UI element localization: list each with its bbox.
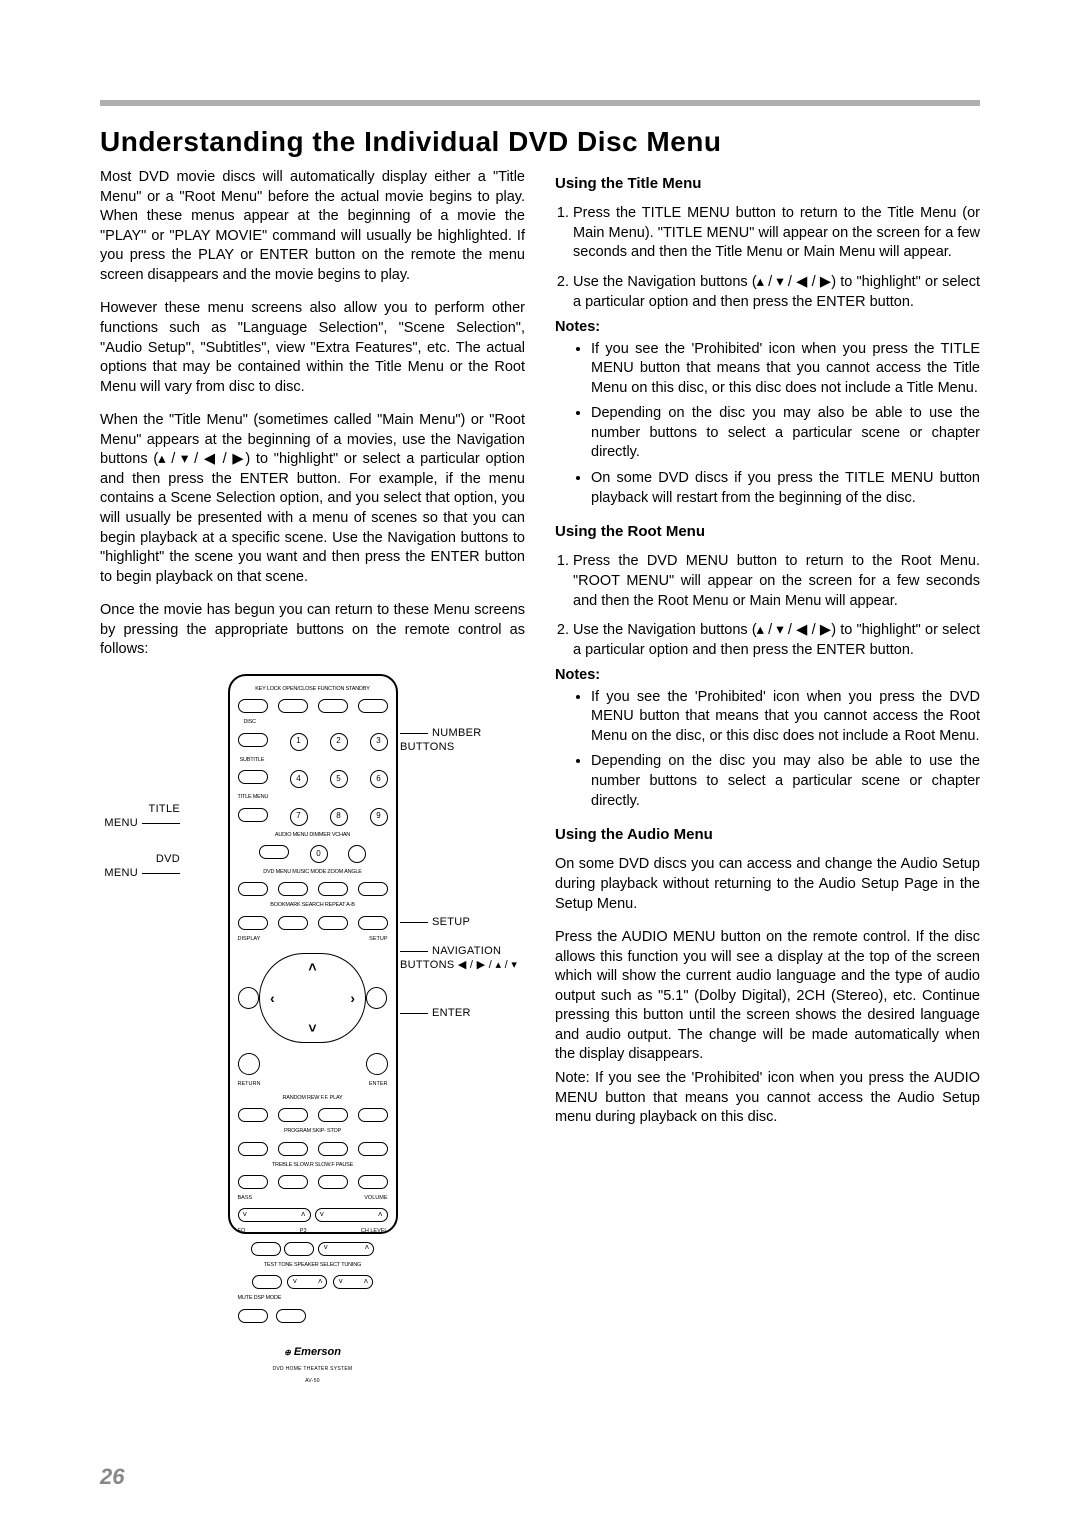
heading-root-menu: Using the Root Menu <box>555 522 980 542</box>
testtone-row: ˅˄˅˄ <box>249 1275 377 1289</box>
dvd-menu-row <box>238 882 388 896</box>
callout-enter: ENTER <box>400 1006 471 1020</box>
enter-label: ENTER <box>369 1081 388 1088</box>
title-notes-list: If you see the 'Prohibited' icon when yo… <box>591 340 980 509</box>
num-row-3: 789 <box>238 808 388 826</box>
testtone-label: TEST TONE SPEAKER SELECT TUNING <box>238 1262 388 1269</box>
root-note-2: Depending on the disc you may also be ab… <box>591 752 980 811</box>
brand-subtitle: DVD HOME THEATER SYSTEM <box>272 1366 352 1373</box>
notes-label-2: Notes: <box>555 666 980 686</box>
root-note-1: If you see the 'Prohibited' icon when yo… <box>591 688 980 747</box>
stop-row-label: PROGRAM SKIP- STOP <box>238 1128 388 1135</box>
title-step-2: Use the Navigation buttons (▴ / ▾ / ◀ / … <box>573 273 980 312</box>
return-enter-row <box>238 1053 388 1075</box>
heading-audio-menu: Using the Audio Menu <box>555 825 980 845</box>
chlevel-label: CH LEVEL <box>361 1228 388 1235</box>
callout-number-buttons: NUMBER BUTTONS <box>400 726 481 755</box>
bass-label: BASS <box>238 1195 253 1202</box>
row1-labels: KEY LOCK OPEN/CLOSE FUNCTION STANDBY <box>238 686 388 693</box>
play-row <box>238 1108 388 1122</box>
stop-row <box>238 1142 388 1156</box>
top-pill-row <box>238 699 388 713</box>
bookmark-label: BOOKMARK SEARCH REPEAT A-B <box>238 902 388 909</box>
return-label: RETURN <box>238 1081 261 1088</box>
titlemenu-label: TITLE MENU <box>238 794 388 801</box>
root-menu-steps: Press the DVD MENU button to return to t… <box>573 552 980 660</box>
remote-diagram: TITLE MENU DVD MENU NUMBER BUTTONS SETUP… <box>100 674 525 1294</box>
intro-p3: When the "Title Menu" (sometimes called … <box>100 411 525 587</box>
audio-note: Note: If you see the 'Prohibited' icon w… <box>555 1069 980 1128</box>
eq-label: EQ <box>238 1228 246 1235</box>
root-notes-list: If you see the 'Prohibited' icon when yo… <box>591 688 980 811</box>
intro-p2: However these menu screens also allow yo… <box>100 299 525 397</box>
heading-title-menu: Using the Title Menu <box>555 174 980 194</box>
setup-button <box>366 987 387 1009</box>
title-step-1: Press the TITLE MENU button to return to… <box>573 204 980 263</box>
nav-row: ˄˅‹› <box>238 949 388 1047</box>
num-row-4: 0 <box>249 845 377 863</box>
navigation-pad: ˄˅‹› <box>259 953 366 1043</box>
notes-label-1: Notes: <box>555 318 980 338</box>
pause-row <box>238 1175 388 1189</box>
right-column: Using the Title Menu Press the TITLE MEN… <box>555 168 980 1294</box>
left-column: Most DVD movie discs will automatically … <box>100 168 525 1294</box>
volume-label: VOLUME <box>364 1195 387 1202</box>
intro-p4: Once the movie has begun you can return … <box>100 601 525 660</box>
root-step-1: Press the DVD MENU button to return to t… <box>573 552 980 611</box>
title-note-1: If you see the 'Prohibited' icon when yo… <box>591 340 980 399</box>
two-column-layout: Most DVD movie discs will automatically … <box>100 168 980 1294</box>
num-row-2: 456 <box>238 770 388 788</box>
nav-arrows-inline: ▴ / ▾ / ◀ / ▶ <box>158 451 245 467</box>
bookmark-row <box>238 916 388 930</box>
arrows-inline-2: ▴ / ▾ / ◀ / ▶ <box>757 622 832 638</box>
display-label: DISPLAY <box>238 936 261 943</box>
audio-p2: Press the AUDIO MENU button on the remot… <box>555 928 980 1065</box>
num-row-1: 123 <box>238 733 388 751</box>
tm-labels: AUDIO MENU DIMMER VCHAN <box>238 832 388 839</box>
dvdmenu-label: DVD MENU MUSIC MODE ZOOM ANGLE <box>238 869 388 876</box>
subtitle-label: SUBTITLE <box>238 757 388 764</box>
disc-label: DISC <box>238 719 388 726</box>
callout-navigation: NAVIGATION BUTTONS ◀ / ▶ / ▴ / ▾ <box>400 944 517 973</box>
intro-p1: Most DVD movie discs will automatically … <box>100 168 525 285</box>
title-note-2: Depending on the disc you may also be ab… <box>591 404 980 463</box>
title-menu-steps: Press the TITLE MENU button to return to… <box>573 204 980 312</box>
top-rule <box>100 100 980 106</box>
callout-title-menu: TITLE MENU <box>90 802 180 831</box>
play-row-label: RANDOM REW F.F. PLAY <box>238 1095 388 1102</box>
p3-label: P3 <box>300 1228 307 1235</box>
audio-p1: On some DVD discs you can access and cha… <box>555 855 980 914</box>
p3b: ) to "highlight" or select a particular … <box>100 451 525 584</box>
mute-label: MUTE DSP MODE <box>238 1295 388 1302</box>
pause-row-label: TREBLE SLOW.R SLOW.F PAUSE <box>238 1162 388 1169</box>
page-title: Understanding the Individual DVD Disc Me… <box>100 126 980 158</box>
callout-dvd-menu: DVD MENU <box>90 852 180 881</box>
mute-row <box>238 1309 388 1323</box>
callout-setup: SETUP <box>400 915 470 929</box>
page-number: 26 <box>100 1464 124 1490</box>
setup-label: SETUP <box>369 936 387 943</box>
brand-model: AV-50 <box>305 1378 320 1385</box>
display-button <box>238 987 259 1009</box>
bass-vol-row: ˅˄˅˄ <box>238 1208 388 1222</box>
brand-logo: ⊕ Emerson <box>284 1345 341 1360</box>
remote-body: KEY LOCK OPEN/CLOSE FUNCTION STANDBY DIS… <box>228 674 398 1234</box>
eq-row: ˅˄ <box>249 1242 377 1256</box>
title-note-3: On some DVD discs if you press the TITLE… <box>591 469 980 508</box>
root-step-2: Use the Navigation buttons (▴ / ▾ / ◀ / … <box>573 621 980 660</box>
arrows-inline: ▴ / ▾ / ◀ / ▶ <box>757 274 832 290</box>
